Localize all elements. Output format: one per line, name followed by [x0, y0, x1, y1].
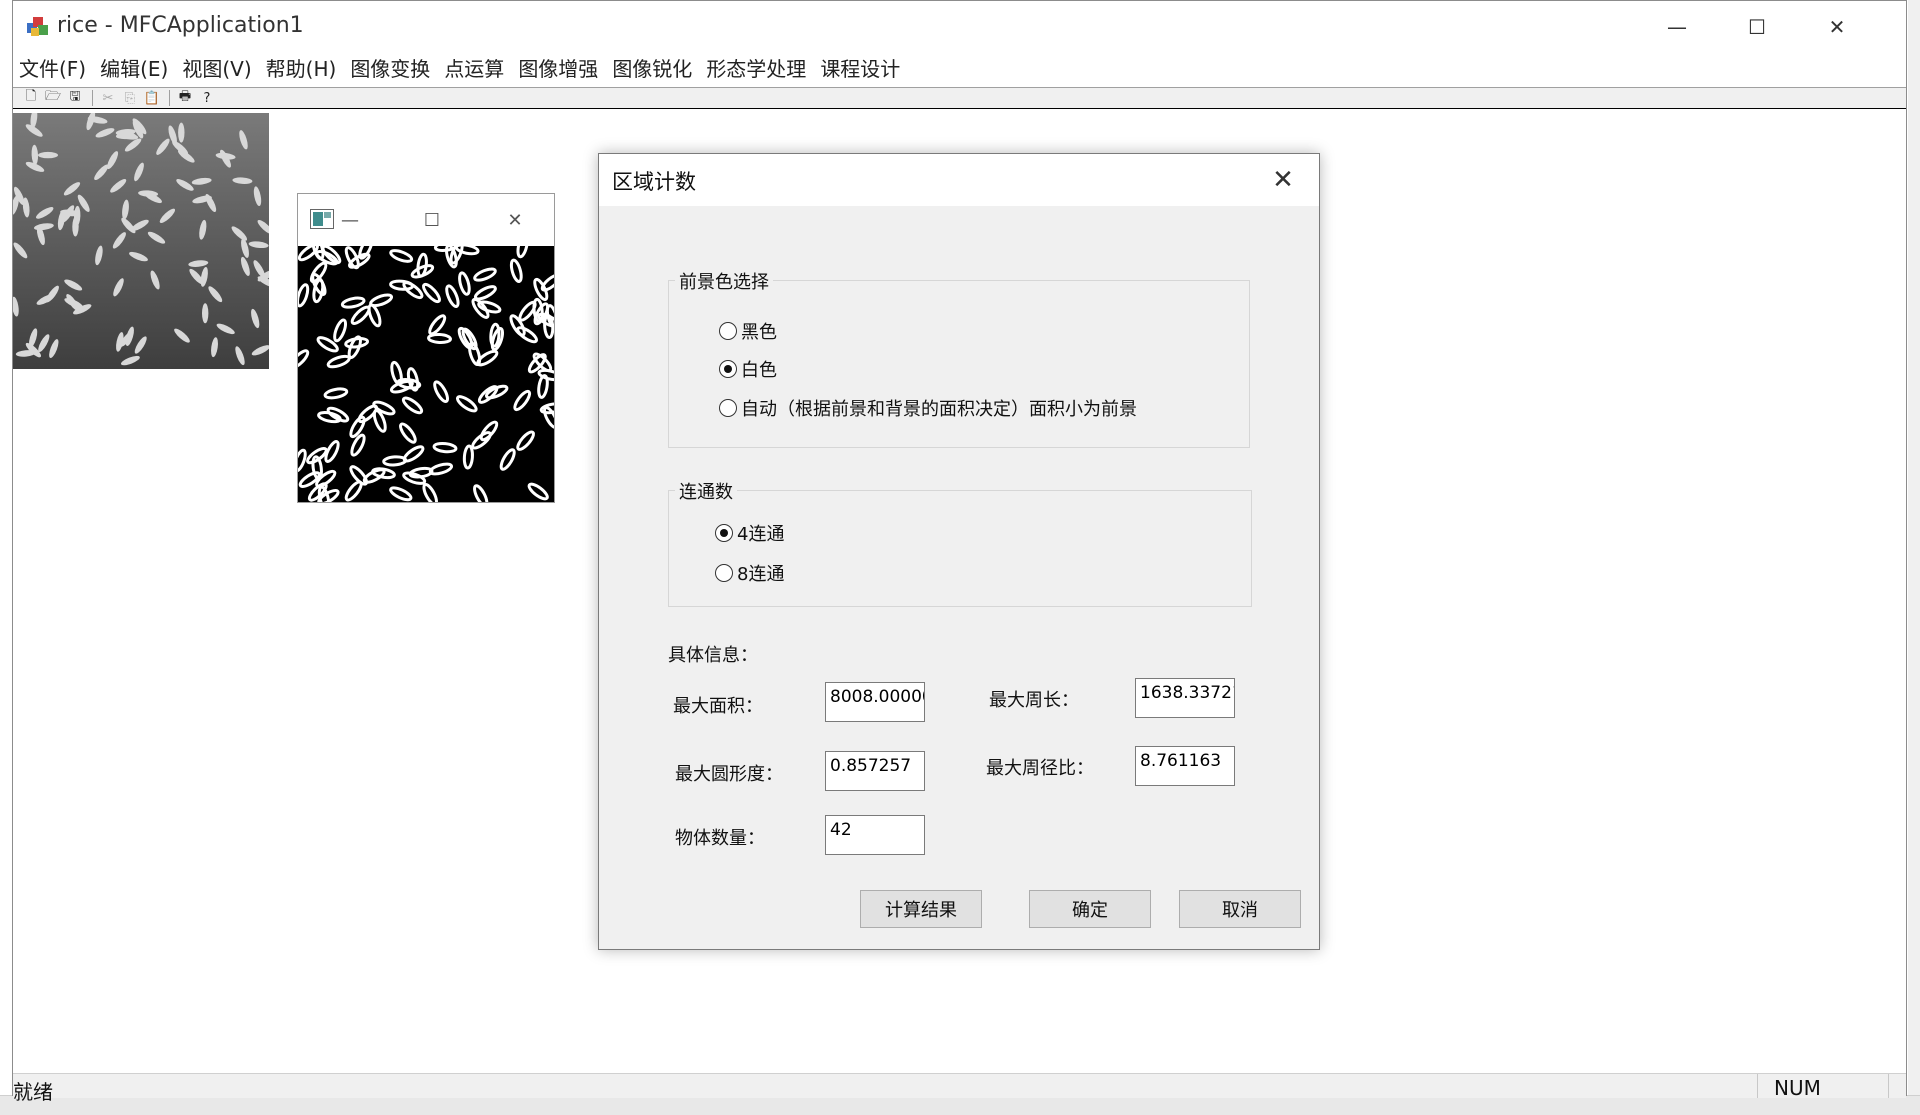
maximize-icon: ☐ [423, 209, 441, 231]
foreground-color-group-label: 前景色选择 [675, 268, 773, 294]
radio-button-circle[interactable] [719, 399, 737, 417]
child-minimize-button[interactable]: — [338, 208, 362, 232]
rice-grain [201, 303, 209, 324]
rice-grain [178, 122, 185, 143]
num-lock-indicator: NUM [1774, 1076, 1821, 1100]
close-icon: ✕ [1828, 15, 1846, 39]
child-title-bar: — ☐ ✕ [298, 194, 554, 246]
dialog-close-button[interactable]: ✕ [1263, 162, 1303, 198]
max-perimeter-field[interactable]: 1638.337215 [1135, 678, 1235, 718]
menu-view[interactable]: 视图(V) [175, 53, 258, 85]
toolbar-separator [92, 90, 93, 106]
help-icon[interactable]: ? [197, 89, 217, 107]
maximize-icon: ☐ [1748, 15, 1766, 39]
dialog-title-bar: 区域计数 ✕ [599, 154, 1319, 206]
menu-course-design[interactable]: 课程设计 [813, 53, 907, 85]
image-child-window: — ☐ ✕ [297, 193, 555, 503]
max-area-field[interactable]: 8008.000000 [825, 682, 925, 722]
background-window-edge-bottom [0, 1095, 1920, 1115]
minimize-icon: — [341, 209, 359, 231]
menu-morphology[interactable]: 形态学处理 [699, 53, 813, 85]
radio-foreground-white[interactable]: 白色 [719, 356, 777, 382]
ok-button[interactable]: 确定 [1029, 890, 1151, 928]
object-count-label: 物体数量： [675, 828, 765, 849]
radio-button-circle[interactable] [715, 564, 733, 582]
radio-label: 4连通 [737, 524, 785, 545]
radio-foreground-auto[interactable]: 自动（根据前景和背景的面积决定）面积小为前景 [719, 395, 1137, 421]
radio-foreground-black[interactable]: 黑色 [719, 318, 777, 344]
radio-button-circle-checked[interactable] [719, 360, 737, 378]
rice-original-image [13, 113, 269, 369]
max-roundness-label: 最大圆形度： [675, 764, 783, 785]
child-close-button[interactable]: ✕ [503, 208, 527, 232]
open-icon[interactable]: 🗁 [43, 89, 63, 107]
radio-label: 黑色 [741, 322, 777, 343]
max-perimeter-label: 最大周长： [989, 690, 1079, 711]
rice-grain [38, 151, 58, 159]
print-icon[interactable]: 🖶 [175, 89, 195, 107]
menu-point-operation[interactable]: 点运算 [437, 53, 511, 85]
radio-label: 白色 [741, 360, 777, 381]
window-title: rice - MFCApplication1 [57, 13, 304, 38]
menu-image-sharpen[interactable]: 图像锐化 [605, 53, 699, 85]
close-icon: ✕ [507, 209, 523, 231]
cancel-button[interactable]: 取消 [1179, 890, 1301, 928]
menu-bar: 文件(F) 编辑(E) 视图(V) 帮助(H) 图像变换 点运算 图像增强 图像… [13, 53, 1906, 85]
minimize-icon: — [1667, 15, 1687, 39]
cut-icon[interactable]: ✂ [98, 89, 118, 107]
connectivity-groupbox [668, 490, 1252, 607]
radio-8-connectivity[interactable]: 8连通 [715, 560, 784, 586]
region-count-dialog: 区域计数 ✕ 前景色选择 黑色 白色 自动（根据前景和背景的面积决定）面积小为前… [598, 153, 1320, 950]
menu-edit[interactable]: 编辑(E) [93, 53, 175, 85]
close-icon: ✕ [1272, 165, 1294, 195]
radio-4-connectivity[interactable]: 4连通 [715, 520, 784, 546]
copy-icon[interactable]: ⎘ [120, 89, 140, 107]
toolbar-separator [169, 90, 170, 106]
menu-image-enhance[interactable]: 图像增强 [511, 53, 605, 85]
max-perimeter-ratio-field[interactable]: 8.761163 [1135, 746, 1235, 786]
paste-icon[interactable]: 📋 [142, 89, 162, 107]
image-window-icon [310, 209, 334, 229]
menu-image-transform[interactable]: 图像变换 [343, 53, 437, 85]
background-window-edge [1908, 0, 1920, 1114]
status-bar: 就绪 NUM [13, 1073, 1906, 1104]
radio-button-circle-checked[interactable] [715, 524, 733, 542]
title-bar: rice - MFCApplication1 — ☐ ✕ [13, 1, 1906, 53]
menu-file[interactable]: 文件(F) [13, 53, 93, 85]
maximize-button[interactable]: ☐ [1717, 1, 1797, 53]
object-count-field[interactable]: 42 [825, 815, 925, 855]
max-perimeter-ratio-label: 最大周径比： [986, 758, 1094, 779]
minimize-button[interactable]: — [1637, 1, 1717, 53]
max-roundness-field[interactable]: 0.857257 [825, 751, 925, 791]
child-maximize-button[interactable]: ☐ [420, 208, 444, 232]
connectivity-group-label: 连通数 [675, 478, 737, 504]
radio-label: 8连通 [737, 564, 785, 585]
radio-label: 自动（根据前景和背景的面积决定）面积小为前景 [741, 399, 1137, 420]
compute-button[interactable]: 计算结果 [860, 890, 982, 928]
status-text: 就绪 [13, 1080, 53, 1104]
dialog-title: 区域计数 [612, 170, 696, 194]
app-icon [27, 17, 48, 36]
rice-binary-image [298, 246, 554, 502]
toolbar: 🗋 🗁 🖫 ✂ ⎘ 📋 🖶 ? [13, 87, 1906, 109]
new-icon[interactable]: 🗋 [21, 89, 41, 107]
menu-help[interactable]: 帮助(H) [259, 53, 344, 85]
close-button[interactable]: ✕ [1797, 1, 1877, 53]
save-icon[interactable]: 🖫 [65, 89, 85, 107]
details-label: 具体信息： [668, 645, 758, 666]
status-num-panel: NUM [1757, 1074, 1889, 1100]
max-area-label: 最大面积： [673, 696, 763, 717]
radio-button-circle[interactable] [719, 322, 737, 340]
